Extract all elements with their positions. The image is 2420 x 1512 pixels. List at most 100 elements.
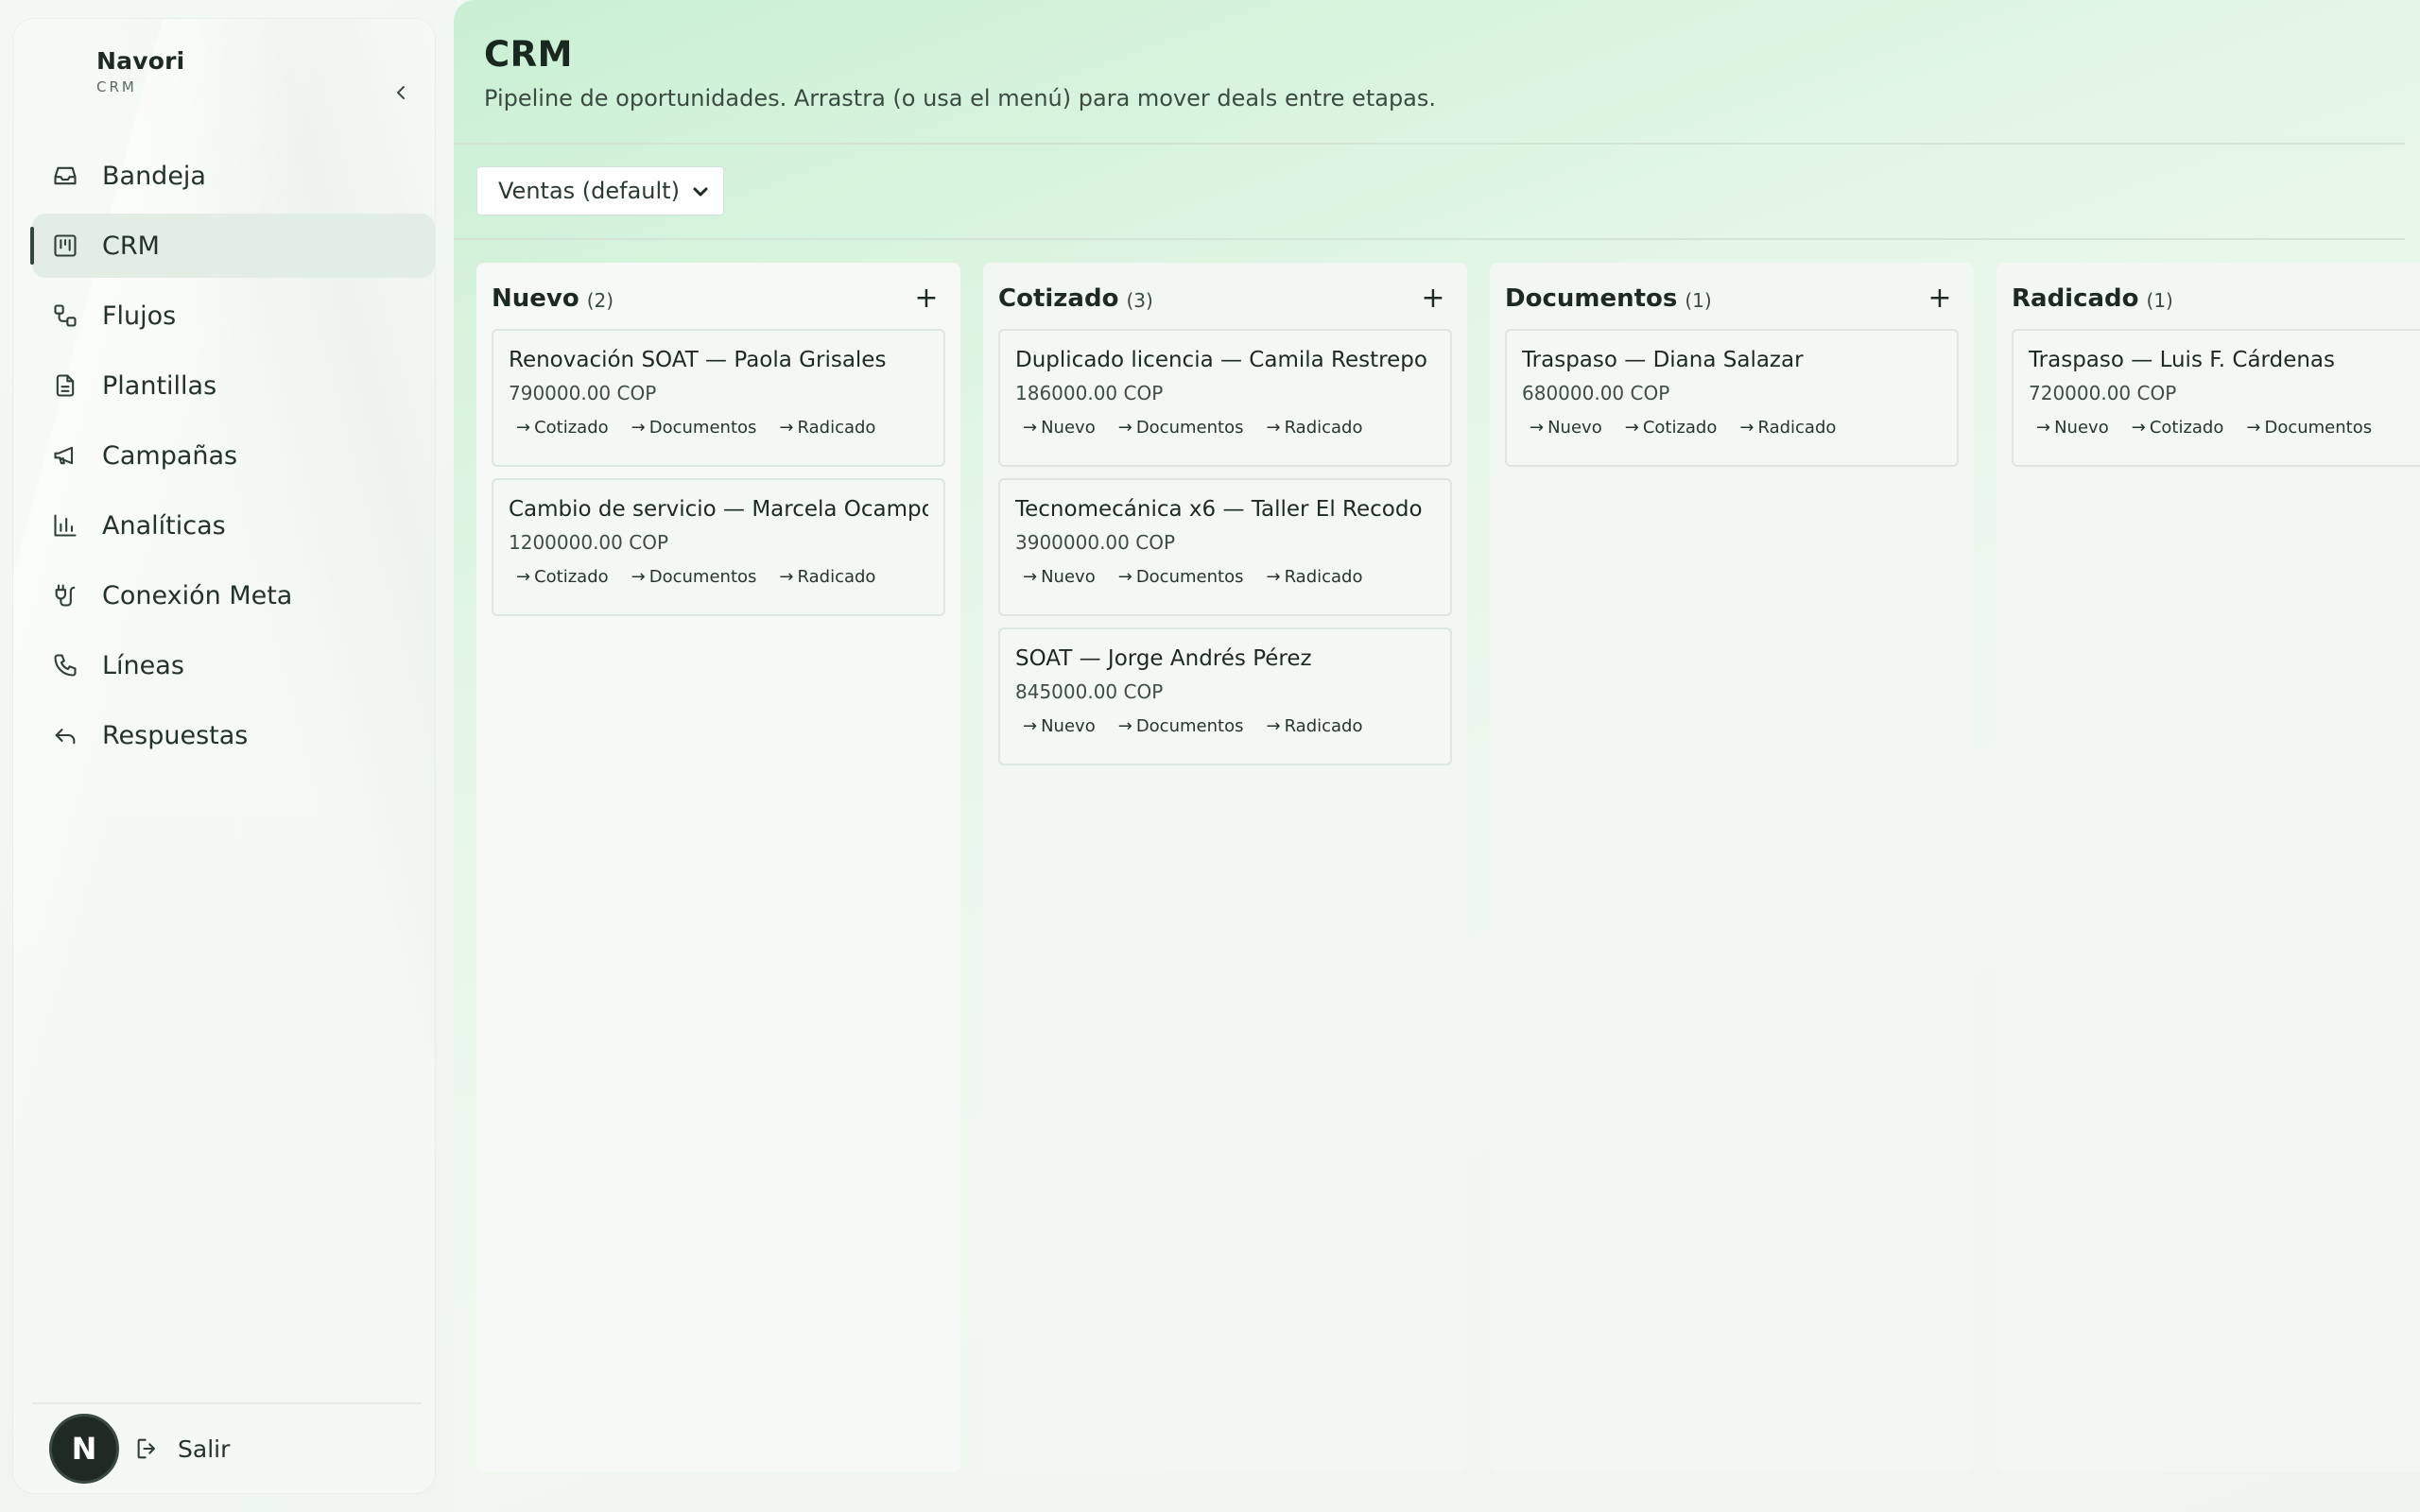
logout-label: Salir xyxy=(178,1435,231,1463)
column-header: Radicado (1) xyxy=(2012,280,2416,318)
move-target-label: Radicado xyxy=(1284,567,1363,587)
deal-title: Traspaso — Diana Salazar xyxy=(1522,348,1804,372)
kanban-icon xyxy=(51,232,79,260)
arrow-right-icon: → xyxy=(631,567,646,587)
move-to-cotizado-button[interactable]: → Cotizado xyxy=(516,418,609,438)
deal-card[interactable]: Traspaso — Diana Salazar 680000.00 COP →… xyxy=(1505,329,1959,467)
sidebar: Navori CRM Bandeja CRM Flujos Plantillas… xyxy=(13,19,435,1493)
deal-amount: 3900000.00 COP xyxy=(1015,531,1176,554)
move-target-label: Documentos xyxy=(1135,716,1244,736)
pipeline-select-value: Ventas (default) xyxy=(498,178,680,204)
sidebar-item-conexion-meta[interactable]: Conexión Meta xyxy=(32,563,435,627)
move-to-nuevo-button[interactable]: → Nuevo xyxy=(2036,418,2109,438)
logout-button[interactable]: Salir xyxy=(127,1428,237,1470)
move-to-cotizado-button[interactable]: → Cotizado xyxy=(2132,418,2224,438)
move-to-nuevo-button[interactable]: → Nuevo xyxy=(1023,716,1096,736)
deal-amount: 845000.00 COP xyxy=(1015,680,1164,703)
arrow-right-icon: → xyxy=(1266,567,1281,587)
deal-amount: 680000.00 COP xyxy=(1522,382,1670,404)
deal-title: Cambio de servicio — Marcela Ocampo xyxy=(509,497,928,522)
arrow-right-icon: → xyxy=(516,567,531,587)
deal-card[interactable]: SOAT — Jorge Andrés Pérez 845000.00 COP … xyxy=(998,627,1452,765)
sidebar-item-label: Campañas xyxy=(102,440,238,471)
deal-title: Duplicado licencia — Camila Restrepo xyxy=(1015,348,1427,372)
move-to-nuevo-button[interactable]: → Nuevo xyxy=(1023,418,1096,438)
logout-icon xyxy=(137,1438,156,1459)
arrow-right-icon: → xyxy=(2036,418,2051,438)
phone-icon xyxy=(51,651,79,679)
move-target-label: Documentos xyxy=(2264,418,2373,438)
board-column-cotizado: Cotizado (3) + Duplicado licencia — Cami… xyxy=(983,263,1467,1472)
move-target-label: Cotizado xyxy=(2149,418,2224,438)
page-subtitle: Pipeline de oportunidades. Arrastra (o u… xyxy=(484,85,1437,112)
deal-move-actions: → Cotizado → Documentos → Radicado xyxy=(509,418,928,438)
megaphone-icon xyxy=(51,441,79,470)
arrow-right-icon: → xyxy=(1117,418,1132,438)
move-target-label: Cotizado xyxy=(534,567,609,587)
sidebar-item-bandeja[interactable]: Bandeja xyxy=(32,144,435,208)
move-to-documentos-button[interactable]: → Documentos xyxy=(1118,716,1244,736)
move-target-label: Nuevo xyxy=(2054,418,2109,438)
arrow-right-icon: → xyxy=(1624,418,1639,438)
deal-card[interactable]: Traspaso — Luis F. Cárdenas 720000.00 CO… xyxy=(2012,329,2420,467)
sidebar-item-label: CRM xyxy=(102,231,160,261)
column-header: Documentos (1) + xyxy=(1505,280,1959,318)
deal-title: Renovación SOAT — Paola Grisales xyxy=(509,348,887,372)
sidebar-item-crm[interactable]: CRM xyxy=(30,214,435,278)
move-to-documentos-button[interactable]: → Documentos xyxy=(1118,418,1244,438)
move-to-radicado-button[interactable]: → Radicado xyxy=(1266,418,1362,438)
board-column-radicado: Radicado (1) Traspaso — Luis F. Cárdenas… xyxy=(1996,263,2420,1472)
sidebar-item-label: Plantillas xyxy=(102,370,217,401)
arrow-right-icon: → xyxy=(1023,418,1038,438)
move-to-nuevo-button[interactable]: → Nuevo xyxy=(1530,418,1602,438)
move-to-cotizado-button[interactable]: → Cotizado xyxy=(1625,418,1718,438)
move-to-documentos-button[interactable]: → Documentos xyxy=(631,567,757,587)
move-target-label: Radicado xyxy=(1284,716,1363,736)
plus-icon: + xyxy=(914,282,939,315)
sidebar-item-analiticas[interactable]: Analíticas xyxy=(32,493,435,558)
move-to-documentos-button[interactable]: → Documentos xyxy=(1118,567,1244,587)
page-title: CRM xyxy=(484,34,573,75)
deal-card[interactable]: Tecnomecánica x6 — Taller El Recodo 3900… xyxy=(998,478,1452,616)
move-target-label: Nuevo xyxy=(1041,418,1096,438)
sidebar-item-lineas[interactable]: Líneas xyxy=(32,633,435,697)
collapse-sidebar-button[interactable] xyxy=(377,72,426,113)
deal-move-actions: → Nuevo → Documentos → Radicado xyxy=(1015,716,1435,736)
move-to-radicado-button[interactable]: → Radicado xyxy=(1266,567,1362,587)
deal-title: Traspaso — Luis F. Cárdenas xyxy=(2029,348,2336,372)
column-count: (2) xyxy=(586,288,614,312)
sidebar-item-respuestas[interactable]: Respuestas xyxy=(32,703,435,767)
move-target-label: Documentos xyxy=(1135,418,1244,438)
move-to-documentos-button[interactable]: → Documentos xyxy=(631,418,757,438)
move-target-label: Documentos xyxy=(1135,567,1244,587)
move-target-label: Cotizado xyxy=(1642,418,1718,438)
move-to-cotizado-button[interactable]: → Cotizado xyxy=(516,567,609,587)
deal-card[interactable]: Cambio de servicio — Marcela Ocampo 1200… xyxy=(492,478,945,616)
move-to-radicado-button[interactable]: → Radicado xyxy=(779,567,875,587)
sidebar-item-label: Flujos xyxy=(102,301,177,331)
arrow-right-icon: → xyxy=(1023,716,1038,736)
arrow-right-icon: → xyxy=(1739,418,1754,438)
sidebar-item-plantillas[interactable]: Plantillas xyxy=(32,353,435,418)
move-to-radicado-button[interactable]: → Radicado xyxy=(1266,716,1362,736)
move-target-label: Nuevo xyxy=(1041,567,1096,587)
add-deal-button[interactable]: + xyxy=(1418,284,1448,314)
sidebar-item-campanas[interactable]: Campañas xyxy=(32,423,435,488)
move-to-nuevo-button[interactable]: → Nuevo xyxy=(1023,567,1096,587)
arrow-right-icon: → xyxy=(779,567,794,587)
arrow-right-icon: → xyxy=(516,418,531,438)
avatar[interactable]: N xyxy=(49,1414,119,1484)
deal-card[interactable]: Duplicado licencia — Camila Restrepo 186… xyxy=(998,329,1452,467)
column-title: Nuevo xyxy=(492,284,579,313)
move-to-radicado-button[interactable]: → Radicado xyxy=(1739,418,1836,438)
deal-card[interactable]: Renovación SOAT — Paola Grisales 790000.… xyxy=(492,329,945,467)
move-to-documentos-button[interactable]: → Documentos xyxy=(2246,418,2372,438)
add-deal-button[interactable]: + xyxy=(911,284,942,314)
sidebar-item-label: Conexión Meta xyxy=(102,580,293,610)
move-to-radicado-button[interactable]: → Radicado xyxy=(779,418,875,438)
bar-chart-icon xyxy=(51,511,79,540)
board-column-nuevo: Nuevo (2) + Renovación SOAT — Paola Gris… xyxy=(476,263,960,1472)
sidebar-item-flujos[interactable]: Flujos xyxy=(32,284,435,348)
pipeline-select[interactable]: Ventas (default) xyxy=(476,166,724,215)
add-deal-button[interactable]: + xyxy=(1925,284,1955,314)
